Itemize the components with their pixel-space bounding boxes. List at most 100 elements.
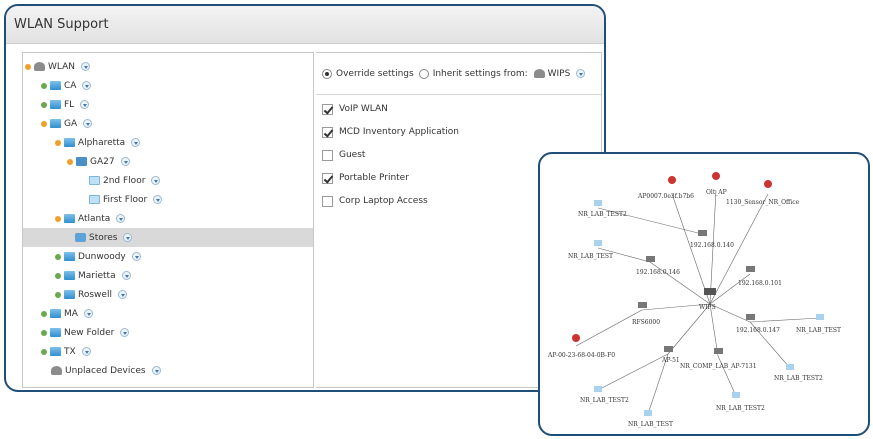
chevron-down-icon[interactable]	[131, 138, 141, 147]
switch-node-icon[interactable]	[638, 302, 647, 308]
tree-item-new-folder[interactable]: New Folder	[41, 323, 313, 342]
alert-node-icon[interactable]	[712, 172, 720, 180]
ap-node-icon[interactable]	[644, 410, 652, 416]
wlan-icon	[34, 62, 45, 71]
wlan-support-window: WLAN Support WLAN CA FL GA Alpharetta GA…	[4, 4, 606, 392]
chevron-down-icon[interactable]	[83, 309, 93, 318]
option-portable-printer[interactable]: Portable Printer	[322, 170, 409, 186]
alert-node-icon[interactable]	[572, 334, 580, 342]
tree-item-tx[interactable]: TX	[41, 342, 313, 361]
chevron-down-icon[interactable]	[81, 347, 91, 356]
ap-node-icon[interactable]	[594, 240, 602, 246]
tree-item-ma[interactable]: MA	[41, 304, 313, 323]
node-label: NR_LAB_TEST	[796, 327, 841, 334]
folder-icon	[50, 309, 61, 318]
chevron-down-icon[interactable]	[83, 119, 93, 128]
portable-printer-checkbox[interactable]	[322, 172, 333, 184]
node-label: NR_LAB_TEST	[628, 421, 673, 428]
collapse-toggle[interactable]	[55, 215, 61, 222]
chevron-down-icon[interactable]	[151, 176, 161, 185]
expand-toggle[interactable]	[41, 329, 47, 336]
node-label: NR_LAB_TEST	[568, 253, 613, 260]
collapse-toggle[interactable]	[55, 139, 61, 146]
ap-node-icon[interactable]	[816, 314, 824, 320]
wips-server-icon[interactable]	[704, 288, 716, 295]
inherit-label: Inherit settings from:	[432, 68, 528, 79]
chevron-down-icon[interactable]	[123, 233, 133, 242]
tree-item-roswell[interactable]: Roswell	[55, 285, 313, 304]
tree-item-ga27[interactable]: GA27	[67, 152, 313, 171]
chevron-down-icon[interactable]	[82, 81, 92, 90]
switch-node-icon[interactable]	[746, 266, 755, 272]
inherit-source-select[interactable]: WIPS	[548, 69, 571, 79]
folder-icon	[50, 328, 61, 337]
switch-node-icon[interactable]	[714, 348, 723, 354]
tree-item-atlanta[interactable]: Atlanta	[55, 209, 313, 228]
switch-node-icon[interactable]	[698, 230, 707, 236]
node-label: 1130_Sensor_NR_Office	[726, 199, 800, 206]
tree-item-ca[interactable]: CA	[41, 76, 313, 95]
collapse-toggle[interactable]	[41, 120, 47, 127]
ap-node-icon[interactable]	[732, 392, 740, 398]
corp-laptop-checkbox[interactable]	[322, 195, 333, 207]
chevron-down-icon[interactable]	[117, 290, 127, 299]
chevron-down-icon[interactable]	[131, 252, 141, 261]
option-guest[interactable]: Guest	[322, 147, 365, 163]
chevron-down-icon[interactable]	[121, 271, 131, 280]
folder-icon	[50, 347, 61, 356]
expand-toggle[interactable]	[55, 272, 61, 279]
option-voip-wlan[interactable]: VoIP WLAN	[322, 101, 388, 117]
tree-item-fl[interactable]: FL	[41, 95, 313, 114]
tree-item-wlan[interactable]: WLAN	[25, 57, 313, 76]
node-label: 192.168.0.140	[690, 242, 734, 249]
tree-item-ga[interactable]: GA	[41, 114, 313, 133]
collapse-toggle[interactable]	[67, 158, 73, 165]
override-radio[interactable]	[322, 68, 332, 79]
tree-item-first-floor[interactable]: First Floor	[89, 190, 313, 209]
tree-item-stores[interactable]: Stores	[23, 228, 313, 247]
window-title: WLAN Support	[14, 17, 109, 32]
tree-item-label: TX	[64, 346, 76, 357]
tree-item-label: Alpharetta	[78, 137, 126, 148]
option-label: VoIP WLAN	[339, 104, 388, 114]
option-corp-laptop[interactable]: Corp Laptop Access	[322, 193, 428, 209]
voip-wlan-checkbox[interactable]	[322, 103, 333, 115]
settings-source-bar: Override settings Inherit settings from:…	[316, 53, 601, 95]
expand-toggle[interactable]	[41, 348, 47, 355]
tree-item-unplaced-devices[interactable]: Unplaced Devices	[51, 361, 313, 380]
alert-node-icon[interactable]	[668, 176, 676, 184]
chevron-down-icon[interactable]	[153, 195, 163, 204]
title-bar: WLAN Support	[6, 6, 604, 44]
expand-toggle[interactable]	[41, 101, 47, 108]
chevron-down-icon[interactable]	[80, 100, 90, 109]
expand-toggle[interactable]	[55, 291, 61, 298]
chevron-down-icon[interactable]	[576, 69, 586, 78]
inherit-radio[interactable]	[418, 68, 429, 79]
network-graph-window: AP0007.0e3f.b7b6 Olt_AP 1130_Sensor_NR_O…	[538, 152, 870, 436]
node-label: NR_LAB_TEST2	[774, 375, 823, 382]
ap-node-icon[interactable]	[594, 200, 602, 206]
tree-item-2nd-floor[interactable]: 2nd Floor	[89, 171, 313, 190]
expand-toggle[interactable]	[41, 82, 47, 89]
chevron-down-icon[interactable]	[120, 157, 130, 166]
expand-toggle[interactable]	[41, 310, 47, 317]
switch-node-icon[interactable]	[664, 346, 673, 352]
tree-item-alpharetta[interactable]: Alpharetta	[55, 133, 313, 152]
chevron-down-icon[interactable]	[116, 214, 126, 223]
chevron-down-icon[interactable]	[81, 62, 91, 71]
option-mcd-inventory[interactable]: MCD Inventory Application	[322, 124, 459, 140]
ap-node-icon[interactable]	[786, 364, 794, 370]
tree-item-dunwoody[interactable]: Dunwoody	[55, 247, 313, 266]
chevron-down-icon[interactable]	[120, 328, 130, 337]
switch-node-icon[interactable]	[646, 256, 655, 262]
alert-node-icon[interactable]	[764, 180, 772, 188]
expand-toggle[interactable]	[55, 253, 61, 260]
chevron-down-icon[interactable]	[151, 366, 161, 375]
ap-node-icon[interactable]	[594, 386, 602, 392]
tree-item-marietta[interactable]: Marietta	[55, 266, 313, 285]
node-label: NR_LAB_TEST2	[716, 405, 765, 412]
guest-checkbox[interactable]	[322, 149, 333, 161]
collapse-toggle[interactable]	[25, 63, 31, 70]
switch-node-icon[interactable]	[746, 314, 755, 320]
mcd-inventory-checkbox[interactable]	[322, 126, 333, 138]
